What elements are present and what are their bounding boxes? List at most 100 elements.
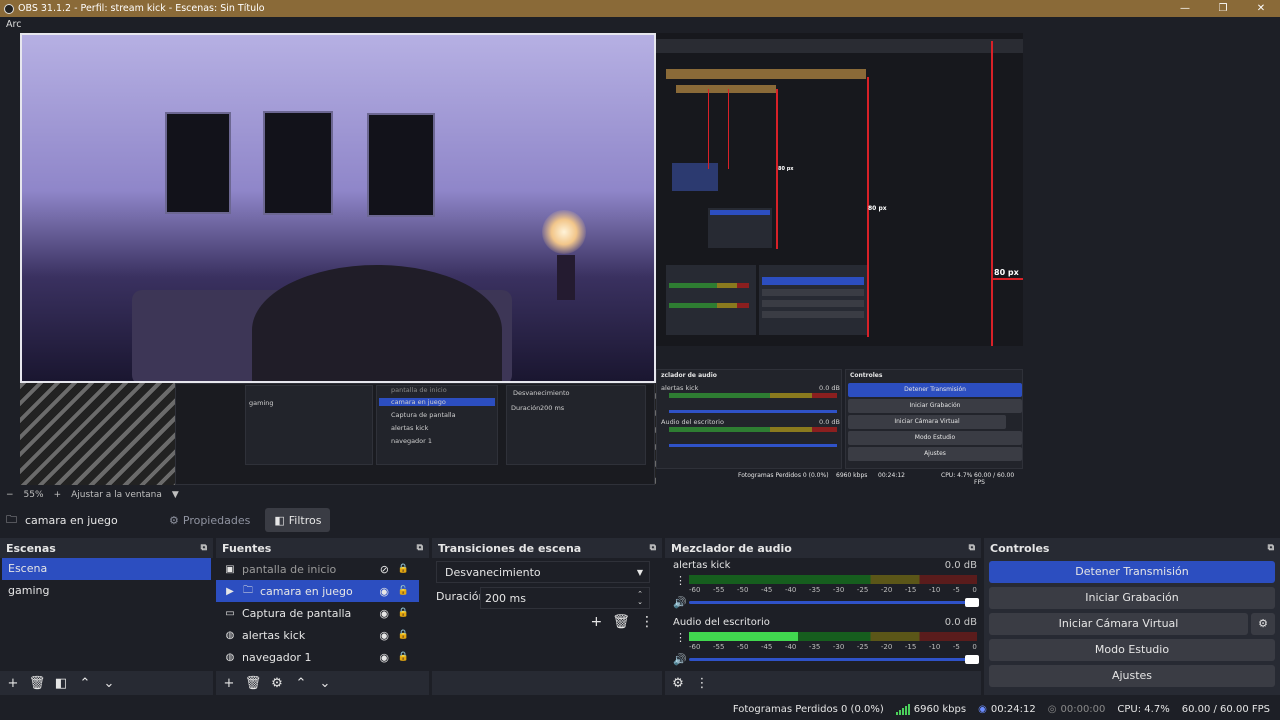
eye-icon[interactable]: ◉ — [379, 607, 389, 620]
scene-item[interactable]: gaming — [2, 580, 211, 602]
more-icon[interactable]: ⋮ — [693, 676, 711, 691]
transition-select[interactable]: Desvanecimiento ▼ — [436, 561, 650, 583]
filters-label: Filtros — [288, 513, 322, 527]
move-up-icon[interactable]: ⌃ — [76, 676, 94, 691]
add-icon[interactable]: + — [590, 614, 602, 630]
scenes-title: Escenas — [6, 541, 56, 555]
source-row[interactable]: ▣ pantalla de inicio ⊘ 🔒 — [216, 558, 419, 580]
undock-icon[interactable]: ⧉ — [969, 543, 975, 553]
preview-canvas[interactable]: gaming pantalla de inicio camara en jueg… — [20, 33, 1023, 485]
chevron-down-icon: ▼ — [636, 567, 643, 577]
duration-spinbox[interactable]: 200 ms ⌃ ⌄ — [480, 587, 650, 609]
lock-icon[interactable]: 🔒 — [398, 564, 409, 574]
expand-icon[interactable]: ▶ — [224, 586, 236, 597]
meter-tick-label: -20 — [880, 643, 893, 651]
virtual-camera-settings-gear-icon[interactable]: ⚙ — [1251, 613, 1275, 635]
fit-to-window[interactable]: Ajustar a la ventana — [71, 490, 162, 500]
lamp-base — [557, 255, 575, 300]
transition-value: Desvanecimiento — [445, 565, 541, 579]
trash-icon[interactable]: 🗑 — [612, 614, 630, 630]
eye-icon[interactable]: ◉ — [379, 629, 389, 642]
speaker-icon[interactable]: 🔊 — [673, 653, 687, 666]
image-icon: ▣ — [225, 563, 235, 575]
move-down-icon[interactable]: ⌄ — [100, 676, 118, 691]
eye-hidden-icon[interactable]: ⊘ — [380, 563, 389, 576]
preview-area[interactable]: gaming pantalla de inicio camara en jueg… — [0, 33, 1280, 485]
guide-label: 80 px — [868, 205, 887, 212]
record-icon: ◎ — [1047, 704, 1057, 715]
menu-archivo[interactable]: Arc — [0, 17, 30, 33]
lock-icon[interactable]: 🔒 — [398, 630, 409, 640]
move-down-icon[interactable]: ⌄ — [316, 676, 334, 691]
lock-icon[interactable]: 🔒 — [398, 652, 409, 662]
zoom-in-button[interactable]: + — [54, 490, 62, 500]
source-row[interactable]: ▭ Captura de pantalla ◉ 🔒 — [216, 602, 419, 624]
move-up-icon[interactable]: ⌃ — [292, 676, 310, 691]
nested-settings: Ajustes — [848, 447, 1022, 461]
undock-icon[interactable]: ⧉ — [201, 543, 207, 553]
poster — [165, 112, 231, 214]
stop-stream-button[interactable]: Detener Transmisión — [989, 561, 1275, 583]
undock-icon[interactable]: ⧉ — [417, 543, 423, 553]
channel-db: 0.0 dB — [944, 617, 977, 628]
duration-value: 200 ms — [485, 591, 526, 605]
zoom-percent: 55% — [23, 490, 44, 500]
meter-tick-label: -60 — [689, 643, 701, 651]
sources-dock: Fuentes ⧉ ▣ pantalla de inicio ⊘ 🔒 ▶ 🗀 ca… — [216, 538, 429, 695]
close-button[interactable]: ✕ — [1242, 0, 1280, 17]
meter-tick-label: -60 — [689, 586, 701, 594]
slider-knob[interactable] — [965, 655, 979, 664]
studio-mode-button[interactable]: Modo Estudio — [989, 639, 1275, 661]
eye-icon[interactable]: ◉ — [379, 585, 389, 598]
meter-level — [689, 632, 799, 641]
meter-tick-label: -5 — [952, 643, 960, 651]
mini-source: navegador 1 — [391, 437, 433, 445]
lock-icon[interactable]: 🔒 — [398, 608, 409, 618]
unlock-icon[interactable]: 🔓 — [398, 586, 409, 596]
slider-knob[interactable] — [965, 598, 979, 607]
scene-item[interactable]: Escena — [2, 558, 211, 580]
nested-kbps: 6960 kbps — [836, 472, 868, 479]
trash-icon[interactable]: 🗑 — [244, 676, 262, 691]
eye-icon[interactable]: ◉ — [379, 651, 389, 664]
properties-button[interactable]: ⚙ Propiedades — [160, 508, 259, 532]
volume-slider[interactable] — [689, 598, 979, 607]
filters-button[interactable]: ◧ Filtros — [265, 508, 331, 532]
current-source: 🗀 camara en juego — [0, 511, 160, 530]
nested-mixer — [666, 265, 756, 335]
folder-icon: 🗀 — [243, 584, 253, 596]
channel-menu-icon[interactable]: ⋮ — [675, 574, 686, 587]
more-icon[interactable]: ⋮ — [640, 614, 654, 630]
add-icon[interactable]: + — [220, 676, 238, 691]
source-row[interactable]: ◍ navegador 1 ◉ 🔒 — [216, 646, 419, 668]
guide-label: 80 px — [778, 166, 794, 172]
maximize-button[interactable]: ❐ — [1204, 0, 1242, 17]
fps: 60.00 / 60.00 FPS — [1181, 704, 1270, 715]
source-row[interactable]: ▶ 🗀 camara en juego ◉ 🔓 — [216, 580, 419, 602]
mini-transition: Desvanecimiento — [513, 389, 570, 397]
undock-icon[interactable]: ⧉ — [1268, 543, 1274, 553]
source-row[interactable]: ◍ alertas kick ◉ 🔒 — [216, 624, 419, 646]
gear-icon[interactable]: ⚙ — [268, 676, 286, 691]
nested-stop-stream: Detener Transmisión — [848, 383, 1022, 397]
camera-feed — [20, 33, 656, 383]
trash-icon[interactable]: 🗑 — [28, 676, 46, 691]
advanced-audio-icon[interactable]: ⚙ — [669, 676, 687, 691]
filter-icon[interactable]: ◧ — [52, 676, 70, 691]
undock-icon[interactable]: ⧉ — [650, 543, 656, 553]
meter-ticks: -60 -55 -50 -45 -40 -35 -30 -25 -20 -15 -10 -5 0 — [689, 643, 977, 651]
zoom-dropdown-icon[interactable]: ▼ — [172, 490, 179, 500]
start-virtual-camera-button[interactable]: Iniciar Cámara Virtual — [989, 613, 1248, 635]
mini-scenes-panel: gaming — [245, 385, 373, 465]
speaker-icon[interactable]: 🔊 — [673, 596, 687, 609]
volume-slider[interactable] — [689, 655, 979, 664]
zoom-out-button[interactable]: − — [6, 490, 14, 500]
start-recording-button[interactable]: Iniciar Grabación — [989, 587, 1275, 609]
channel-menu-icon[interactable]: ⋮ — [675, 631, 686, 644]
transitions-dock: Transiciones de escena ⧉ Desvanecimiento … — [432, 538, 662, 695]
add-icon[interactable]: + — [4, 676, 22, 691]
minimize-button[interactable]: — — [1166, 0, 1204, 17]
settings-button[interactable]: Ajustes — [989, 665, 1275, 687]
mini-transitions-panel: Desvanecimiento Duración 200 ms — [506, 385, 646, 465]
spin-arrows-icon[interactable]: ⌃ ⌄ — [637, 590, 643, 606]
